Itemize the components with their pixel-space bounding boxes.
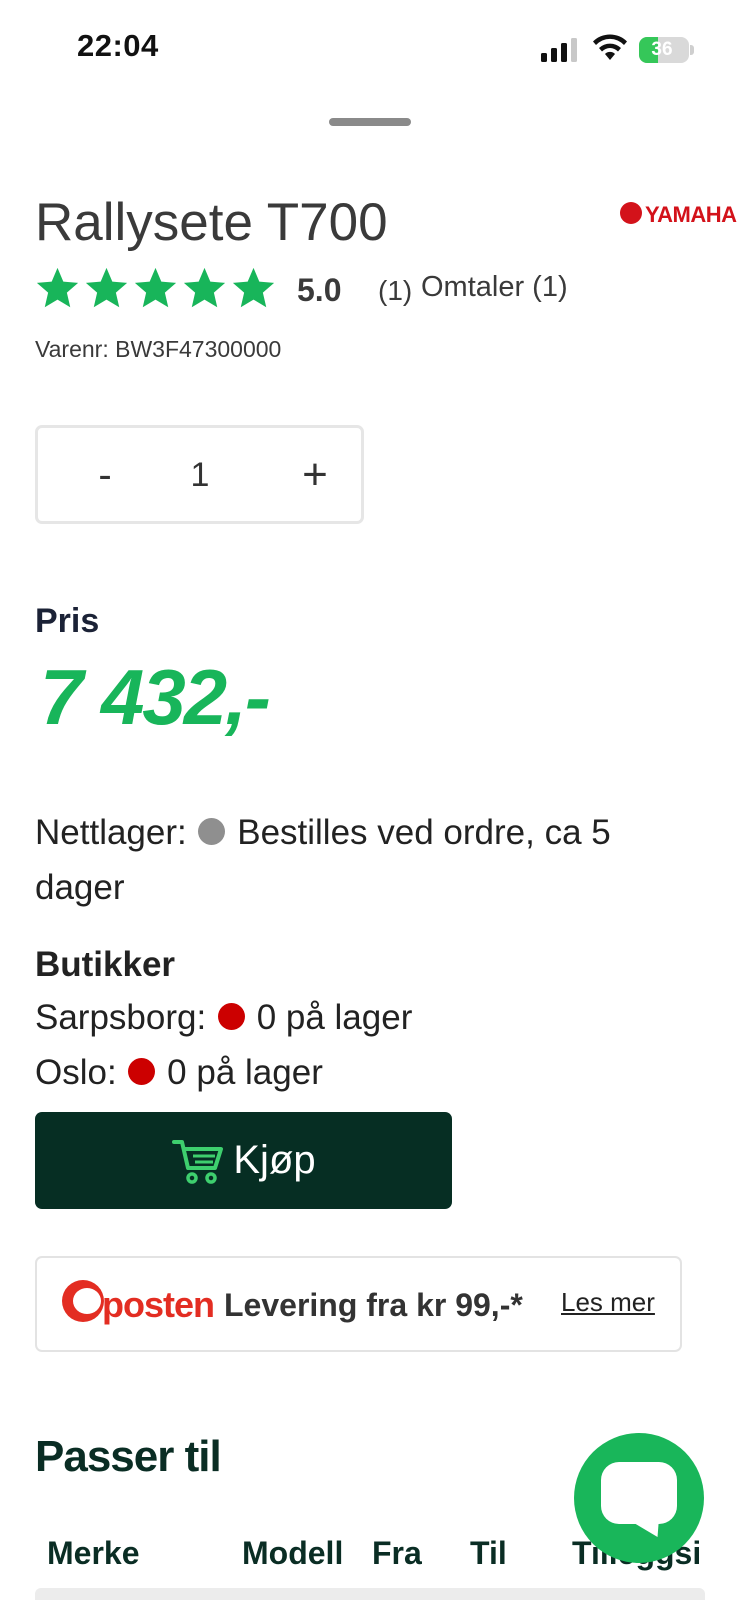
posten-wordmark: posten bbox=[102, 1284, 215, 1325]
increase-quantity-button[interactable]: + bbox=[285, 446, 345, 502]
store-stock-text: 0 på lager bbox=[167, 1053, 323, 1092]
read-more-link[interactable]: Les mer bbox=[561, 1287, 655, 1318]
battery-cap bbox=[690, 45, 694, 55]
star-icon bbox=[134, 267, 177, 308]
buy-button[interactable]: Kjøp bbox=[35, 1112, 452, 1209]
store-stock-row: Sarpsborg: 0 på lager bbox=[35, 998, 412, 1038]
product-title: Rallysete T700 bbox=[35, 193, 388, 252]
store-stock-text: 0 på lager bbox=[256, 998, 413, 1037]
sheet-grabber[interactable] bbox=[329, 118, 411, 126]
battery-level: 36 bbox=[651, 39, 673, 60]
brand-name: YAMAHA bbox=[645, 202, 737, 227]
star-icon bbox=[36, 267, 79, 308]
rating-value: 5.0 bbox=[297, 272, 342, 308]
store-stock-row: Oslo: 0 på lager bbox=[35, 1053, 323, 1093]
store-name: Oslo: bbox=[35, 1053, 117, 1092]
quantity-value[interactable]: 1 bbox=[170, 456, 230, 495]
online-stock: Nettlager: Bestilles ved ordre, ca 5 dag… bbox=[35, 805, 675, 915]
battery-icon: 36 bbox=[639, 37, 689, 63]
posten-logo: posten bbox=[62, 1280, 215, 1325]
star-icon bbox=[85, 267, 128, 308]
price-label: Pris bbox=[35, 602, 100, 640]
chat-bubble-icon bbox=[601, 1462, 677, 1524]
cellular-signal-icon bbox=[541, 38, 577, 62]
brand-logo[interactable]: YAMAHA bbox=[620, 202, 739, 228]
decrease-quantity-button[interactable]: - bbox=[75, 446, 135, 502]
star-icon bbox=[232, 267, 275, 308]
column-header-model: Modell bbox=[242, 1535, 344, 1571]
status-time: 22:04 bbox=[77, 28, 159, 63]
table-row bbox=[35, 1588, 705, 1600]
shopping-cart-icon bbox=[172, 1139, 224, 1184]
buy-button-label: Kjøp bbox=[233, 1138, 316, 1182]
stock-status-grey-icon bbox=[198, 818, 226, 846]
posten-symbol-icon bbox=[62, 1280, 104, 1322]
delivery-text: Levering fra kr 99,-* bbox=[224, 1287, 523, 1323]
column-header-from: Fra bbox=[372, 1535, 422, 1571]
fits-heading: Passer til bbox=[35, 1432, 222, 1481]
price-value: 7 432,- bbox=[40, 653, 271, 741]
wifi-icon bbox=[593, 34, 627, 60]
stock-status-red-icon bbox=[128, 1058, 156, 1086]
chat-button[interactable] bbox=[574, 1433, 704, 1563]
stock-status-red-icon bbox=[217, 1003, 245, 1031]
rating-stars bbox=[35, 266, 276, 311]
rating-count: (1) bbox=[378, 275, 413, 306]
product-sku: Varenr: BW3F47300000 bbox=[35, 336, 282, 362]
star-icon bbox=[183, 267, 226, 308]
reviews-link[interactable]: Omtaler (1) bbox=[421, 271, 568, 304]
stores-heading: Butikker bbox=[35, 945, 176, 984]
yamaha-emblem-icon bbox=[620, 202, 642, 224]
column-header-to: Til bbox=[470, 1535, 507, 1571]
column-header-brand: Merke bbox=[47, 1535, 140, 1571]
online-stock-label: Nettlager: bbox=[35, 813, 187, 852]
store-name: Sarpsborg: bbox=[35, 998, 207, 1037]
